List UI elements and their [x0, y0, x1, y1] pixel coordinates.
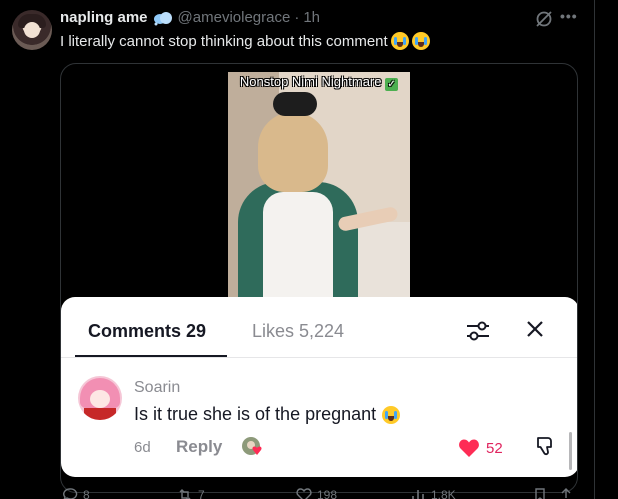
bookmark-icon [535, 488, 545, 499]
close-icon[interactable] [525, 319, 545, 339]
loudly-crying-emoji-icon [390, 32, 409, 50]
tweet-header: napling ame @ameviolegrace · 1h [60, 9, 320, 26]
tab-likes[interactable]: Likes 5,224 [252, 321, 344, 342]
more-options-icon[interactable]: ••• [560, 8, 578, 24]
views-icon [412, 490, 424, 499]
comments-sheet: Comments 29 Likes 5,224 Soarin Is it tru… [61, 297, 577, 477]
creator-liked-avatar-icon [242, 437, 262, 455]
loudly-crying-emoji-icon [411, 32, 430, 50]
comment-text: Is it true she is of the pregnant [134, 404, 377, 424]
repost-icon [179, 489, 191, 499]
bookmark-action[interactable] [532, 487, 548, 499]
tweet-actions: 8 7 198 1.8K [60, 487, 580, 499]
share-action[interactable] [558, 487, 574, 499]
comments-scrollbar[interactable] [569, 432, 572, 470]
media-card[interactable]: Nonstop Nimi Nightmare ✓ Comments 29 Lik… [60, 63, 578, 493]
video-caption-row: Nonstop Nimi Nightmare ✓ [228, 74, 410, 91]
tweet-text-row: I literally cannot stop thinking about t… [60, 32, 430, 50]
loudly-crying-emoji-icon [382, 405, 401, 424]
video-caption: Nonstop Nimi Nightmare [239, 74, 382, 89]
filter-icon[interactable] [465, 319, 491, 343]
author-avatar[interactable] [12, 10, 52, 50]
dislike-icon[interactable] [534, 435, 556, 459]
commenter-name[interactable]: Soarin [134, 379, 180, 397]
like-count: 198 [317, 488, 338, 499]
author-handle[interactable]: @ameviolegrace [178, 9, 291, 26]
comment-text-row: Is it true she is of the pregnant [134, 404, 401, 425]
tweet-text: I literally cannot stop thinking about t… [60, 32, 388, 50]
reply-icon [63, 488, 78, 499]
tab-comments[interactable]: Comments 29 [88, 321, 206, 342]
repost-count: 7 [198, 488, 205, 499]
author-name[interactable]: napling ame [60, 9, 148, 26]
heart-icon[interactable] [458, 438, 480, 458]
sheet-divider [61, 357, 577, 358]
reply-action[interactable]: 8 [62, 487, 90, 499]
like-icon [296, 488, 312, 499]
repost-action[interactable]: 7 [177, 487, 205, 499]
share-icon [560, 488, 572, 499]
views-action[interactable]: 1.8K [410, 487, 456, 499]
comment-like-count: 52 [486, 440, 503, 457]
grok-icon[interactable] [534, 9, 554, 29]
like-action[interactable]: 198 [296, 487, 337, 499]
check-mark-icon: ✓ [385, 78, 399, 91]
commenter-avatar[interactable] [78, 376, 122, 420]
tweet-time[interactable]: 1h [303, 9, 320, 26]
reply-count: 8 [83, 488, 90, 499]
comment-age: 6d [134, 439, 151, 456]
views-count: 1.8K [431, 488, 456, 499]
column-divider [594, 0, 595, 499]
header-separator: · [294, 9, 300, 26]
reply-button[interactable]: Reply [176, 437, 222, 457]
video-thumbnail[interactable]: Nonstop Nimi Nightmare ✓ [228, 72, 410, 312]
cloud-emoji-icon [153, 11, 172, 25]
